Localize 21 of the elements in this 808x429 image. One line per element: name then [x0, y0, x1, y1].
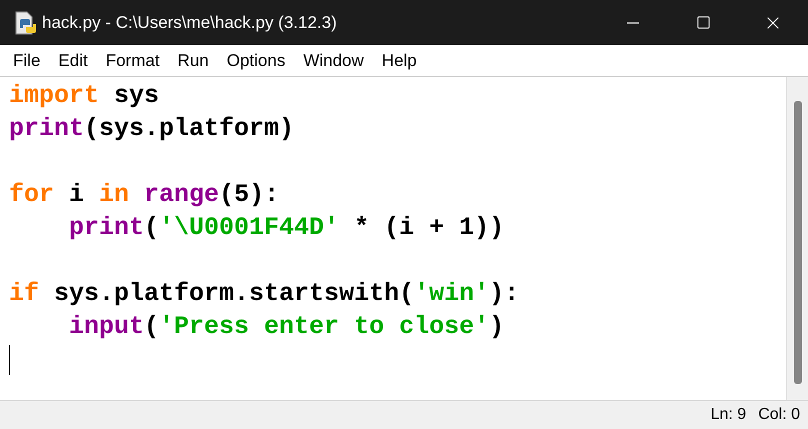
menu-item[interactable]: File — [4, 48, 50, 74]
window-title: hack.py - C:\Users\me\hack.py (3.12.3) — [42, 12, 337, 34]
menu-item[interactable]: Run — [168, 48, 218, 74]
maximize-icon — [696, 15, 710, 30]
line-number-status: Ln: 9 — [710, 405, 746, 425]
scrollbar-thumb[interactable] — [794, 101, 802, 384]
code-line: import sys — [9, 80, 160, 112]
code-editor[interactable]: import sys print(sys.platform) for i in range(5): print('\U0001F44D' * (i + 1)) if sys.platform.startswith('win'): input('Press enter to close') — [0, 77, 786, 400]
code-line: if sys.platform.startswith('win'): — [9, 278, 520, 310]
code-line: print(sys.platform) — [9, 113, 294, 145]
minimize-icon — [627, 22, 639, 24]
menu-item[interactable]: Format — [96, 48, 169, 74]
code-line: print('\U0001F44D' * (i + 1)) — [69, 212, 504, 244]
code-line: input('Press enter to close') — [69, 311, 504, 343]
menu-item[interactable]: Help — [372, 48, 426, 74]
menu-item[interactable]: Edit — [49, 48, 97, 74]
menu-item[interactable]: Window — [294, 48, 373, 74]
column-number-status: Col: 0 — [758, 405, 800, 425]
code-line: for i in range(5): — [9, 179, 280, 211]
python-file-icon — [14, 10, 36, 34]
menu-item[interactable]: Options — [218, 48, 294, 74]
